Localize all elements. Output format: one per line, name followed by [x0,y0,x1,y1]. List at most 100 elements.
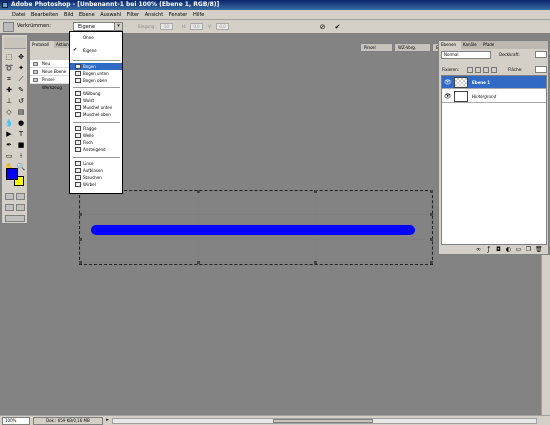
shape-tool-icon[interactable]: ■ [16,141,26,150]
link-icon[interactable]: ∞ [475,246,482,253]
adjustment-icon[interactable]: ◐ [505,246,512,253]
history-brush-icon[interactable]: ↺ [16,97,26,106]
lock-position-icon[interactable] [483,67,489,73]
warp-handle[interactable] [79,261,82,264]
v-field[interactable]: 0,0 [216,23,229,30]
warp-option-wirbel[interactable]: Wirbel [70,181,122,188]
menu-datei[interactable]: Datei [10,10,27,20]
eye-icon[interactable]: 👁 [444,79,452,86]
menu-ansicht[interactable]: Ansicht [143,10,165,20]
warp-option-muschel-unten[interactable]: Muschel unten [70,104,122,111]
menu-filter[interactable]: Filter [125,10,141,20]
tab-kanaele[interactable]: Kanäle [461,41,481,49]
warp-option-bogen[interactable]: Bogen [70,63,122,70]
warp-handle[interactable] [79,238,82,241]
lock-all-icon[interactable] [491,67,497,73]
foreground-color-swatch[interactable] [6,168,18,180]
slice-tool-icon[interactable]: ⟋ [16,75,26,84]
warp-option-welle[interactable]: Welle [70,132,122,139]
brush-tool-icon[interactable]: ✎ [16,86,26,95]
warp-handle[interactable] [430,190,433,193]
warp-option-fisch[interactable]: Fisch [70,139,122,146]
opacity-field[interactable] [535,51,547,58]
lock-transparent-icon[interactable] [467,67,473,73]
warp-option-muschel-oben[interactable]: Muschel oben [70,111,122,118]
type-tool-icon[interactable]: T [16,130,26,139]
standard-mode-icon[interactable] [5,193,14,200]
eraser-tool-icon[interactable]: ◇ [4,108,14,117]
zoom-field[interactable]: 100% [2,417,30,425]
fill-field[interactable] [535,66,547,73]
healing-tool-icon[interactable]: ✚ [4,86,14,95]
notes-tool-icon[interactable]: ▭ [4,152,14,161]
warp-option-stauchen[interactable]: Stauchen [70,174,122,181]
menu-auswahl[interactable]: Auswahl [98,10,123,20]
screen-mode-icon[interactable] [5,204,14,211]
quickmask-mode-icon[interactable] [16,193,25,200]
warp-option-woelbung[interactable]: Wölbung [70,90,122,97]
tab-wz-vorg[interactable]: WZ-Vorg. [394,43,431,52]
bend-field[interactable]: 50 [160,23,173,30]
warp-option-flagge[interactable]: Flagge [70,125,122,132]
warp-handle[interactable] [79,213,82,216]
menu-bild[interactable]: Bild [62,10,75,20]
warp-handle[interactable] [197,261,200,264]
tab-pinsel[interactable]: Pinsel [360,43,393,52]
fullscreen-mode-icon[interactable] [16,204,25,211]
scrollbar-thumb[interactable] [273,419,373,423]
warp-handle[interactable] [314,261,317,264]
new-layer-icon[interactable]: ❐ [525,246,532,253]
eyedropper-icon[interactable]: ⟊ [16,152,26,161]
warp-style-select[interactable]: Eigene ▾ [73,22,123,31]
warp-handle[interactable] [430,238,433,241]
warp-option-bogen-oben[interactable]: Bogen oben [70,77,122,84]
warp-option-ansteigend[interactable]: Ansteigend [70,146,122,153]
menu-ebene[interactable]: Ebene [77,10,97,20]
cancel-transform-icon[interactable]: ⊘ [318,23,327,32]
vertical-scrollbar[interactable] [541,255,550,415]
tab-pfade[interactable]: Pfade [481,41,499,49]
path-select-icon[interactable]: ▶ [4,130,14,139]
history-row[interactable]: Neu [30,60,73,68]
h-field[interactable]: 0,0 [190,23,203,30]
horizontal-scrollbar[interactable] [112,418,537,424]
layer-style-icon[interactable]: ƒ [485,246,492,253]
warp-handle[interactable] [430,261,433,264]
commit-transform-icon[interactable]: ✔ [333,23,342,32]
lock-image-icon[interactable] [475,67,481,73]
pen-tool-icon[interactable]: ✒ [4,141,14,150]
blur-tool-icon[interactable]: 💧 [4,119,14,128]
gradient-tool-icon[interactable]: ▤ [16,108,26,117]
history-row[interactable]: Pinsel-Werkzeug [30,76,73,90]
tool-preset-icon[interactable] [3,22,14,32]
warp-handle[interactable] [314,190,317,193]
warp-option-ohne[interactable]: Ohne [70,34,122,41]
trash-icon[interactable]: 🗑 [535,246,543,253]
magic-wand-icon[interactable]: ✦ [16,64,26,73]
layer-row[interactable]: 👁 Hintergrund [442,90,546,103]
menu-fenster[interactable]: Fenster [167,10,190,20]
crop-tool-icon[interactable]: ⌗ [4,75,14,84]
warp-handle[interactable] [430,213,433,216]
imageready-jump-icon[interactable] [5,215,25,222]
warp-option-aufblasen[interactable]: Aufblasen [70,167,122,174]
new-group-icon[interactable]: ▭ [515,246,522,253]
warp-option-eigene[interactable]: ✔ Eigene [70,47,122,54]
warp-handle[interactable] [197,190,200,193]
status-menu-icon[interactable]: ▸ [104,417,111,425]
dodge-tool-icon[interactable]: ● [16,119,26,128]
blend-mode-select[interactable]: Normal [441,51,491,59]
marquee-tool-icon[interactable]: ⬚ [4,53,14,62]
tab-ebenen[interactable]: Ebenen [439,41,461,49]
mask-icon[interactable]: ◘ [495,246,502,253]
move-tool-icon[interactable]: ✥ [16,53,26,62]
layer-row[interactable]: 👁 Ebene 1 [442,76,546,89]
history-row[interactable]: Neue Ebene [30,68,73,76]
menu-bearbeiten[interactable]: Bearbeiten [29,10,60,20]
lasso-tool-icon[interactable]: ➰ [4,64,14,73]
warp-option-bogen-unten[interactable]: Bogen unten [70,70,122,77]
menu-hilfe[interactable]: Hilfe [191,10,206,20]
warp-option-linse[interactable]: Linse [70,160,122,167]
stamp-tool-icon[interactable]: ⊥ [4,97,14,106]
eye-icon[interactable]: 👁 [444,93,452,100]
